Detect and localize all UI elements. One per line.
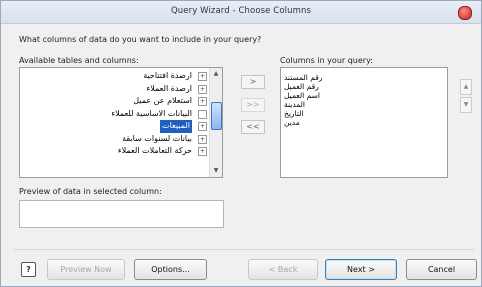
preview-label: Preview of data in selected column: (19, 187, 162, 196)
query-list-item[interactable]: رقم العميل (281, 82, 447, 91)
scrollbar-thumb[interactable] (211, 102, 222, 130)
available-list-item[interactable]: + المبيعات (20, 120, 210, 133)
query-list-item[interactable]: المدينة (281, 100, 447, 109)
query-list-item[interactable]: رقم المستند (281, 73, 447, 82)
preview-now-button[interactable]: Preview Now (47, 259, 125, 280)
next-button[interactable]: Next > (325, 259, 397, 280)
available-list-scrollbar[interactable]: ▲ ▼ (209, 68, 222, 177)
available-item-label: البيانات الاساسية للعملاء (111, 108, 192, 118)
available-columns-label: Available tables and columns: (19, 56, 139, 65)
available-list-item[interactable]: + حركة التعاملات العملاء (20, 145, 210, 158)
close-icon[interactable] (458, 6, 472, 20)
expand-plus-icon[interactable]: + (198, 72, 207, 81)
expand-plus-icon[interactable]: + (198, 147, 207, 156)
cancel-button[interactable]: Cancel (406, 259, 477, 280)
remove-all-columns-button[interactable]: << (241, 120, 265, 134)
available-list-item[interactable]: + ارصدة افتتاحية (20, 70, 210, 83)
query-wizard-window: Query Wizard - Choose Columns What colum… (0, 0, 482, 287)
expand-plus-icon[interactable]: + (198, 84, 207, 94)
preview-box (19, 200, 224, 228)
query-list-item[interactable]: التاريخ (281, 109, 447, 118)
query-list-item[interactable]: اسم العميل (281, 91, 447, 100)
available-item-label: بيانات لسنوات سابقة (122, 133, 192, 143)
available-item-label: استعلام عن عميل (133, 96, 192, 105)
expand-plus-icon[interactable]: + (198, 134, 207, 144)
prompt-text: What columns of data do you want to incl… (19, 35, 262, 44)
help-icon[interactable]: ? (21, 262, 36, 277)
available-list-item[interactable]: + بيانات لسنوات سابقة (20, 133, 210, 146)
expand-plus-icon[interactable]: + (198, 122, 207, 131)
available-item-label: حركة التعاملات العملاء (117, 146, 192, 155)
back-button[interactable]: < Back (248, 259, 318, 280)
add-column-button[interactable]: > (241, 75, 265, 89)
available-columns-list[interactable]: + ارصدة افتتاحية + ارصدة العملاء + استعلام عن… (19, 67, 223, 178)
scroll-down-icon[interactable]: ▼ (211, 166, 221, 176)
available-item-label: ارصدة افتتاحية (143, 71, 192, 80)
available-list-item[interactable]: + استعلام عن عميل (20, 95, 210, 108)
expand-plus-icon[interactable]: + (198, 97, 207, 106)
options-button[interactable]: Options... (134, 259, 207, 280)
add-all-columns-button[interactable]: >> (241, 98, 265, 112)
footer-separator (14, 249, 474, 250)
available-item-label: المبيعات (160, 120, 192, 133)
scroll-up-icon[interactable]: ▲ (211, 69, 221, 79)
available-list-item[interactable]: + ارصدة العملاء (20, 83, 210, 96)
query-list-item[interactable]: مدين (281, 118, 447, 127)
available-item-label: ارصدة العملاء (146, 83, 193, 93)
move-up-icon[interactable]: ▲ (460, 79, 472, 95)
query-columns-list[interactable]: رقم المستند رقم العميل اسم العميل المدينة ال… (280, 67, 448, 178)
available-list-item[interactable]: البيانات الاساسية للعملاء (20, 108, 210, 121)
window-title: Query Wizard - Choose Columns (171, 6, 311, 16)
move-down-icon[interactable]: ▼ (460, 97, 472, 113)
query-columns-label: Columns in your query: (280, 56, 373, 65)
expand-placeholder-icon[interactable] (198, 109, 207, 119)
title-bar: Query Wizard - Choose Columns (1, 1, 481, 24)
